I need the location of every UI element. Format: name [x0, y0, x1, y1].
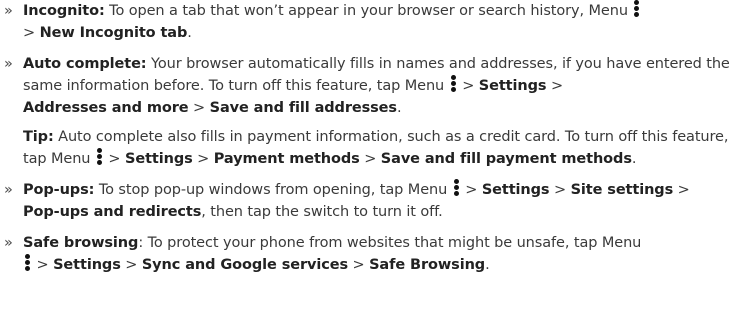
bullet-marker: »	[4, 235, 13, 251]
popups-label: Pop-ups:	[23, 182, 95, 198]
tip-paragraph: Tip: Auto complete also fills in payment…	[23, 129, 729, 167]
help-page: » Incognito: To open a tab that won’t ap…	[0, 0, 734, 322]
bullet-marker: »	[4, 182, 13, 198]
safe-item-safe-browsing: Safe Browsing	[369, 257, 486, 273]
tip-item-payment-methods: Payment methods	[213, 151, 360, 167]
tip-item-save-fill-payment: Save and fill payment methods	[380, 151, 632, 167]
tip-item-settings: Settings	[125, 151, 193, 167]
safe-item-sync: Sync and Google services	[141, 257, 348, 273]
popups-item-settings: Settings	[481, 182, 550, 198]
menu-icon	[450, 75, 457, 92]
popups-item-site-settings: Site settings	[570, 182, 674, 198]
bullet-pop-ups: » Pop-ups: To stop pop-up windows from o…	[4, 179, 730, 223]
autocomplete-label: Auto complete:	[23, 56, 147, 72]
bullet-safe-browsing: » Safe browsing: To protect your phone f…	[4, 232, 730, 276]
menu-icon	[633, 0, 640, 17]
bullet-auto-complete: » Auto complete: Your browser automatica…	[4, 53, 730, 119]
incognito-item-new-tab: New Incognito tab	[39, 25, 188, 41]
autocomplete-item-addresses: Addresses and more	[23, 100, 189, 116]
autocomplete-item-settings: Settings	[478, 78, 547, 94]
bullet-marker: »	[4, 3, 13, 19]
menu-icon	[96, 148, 103, 165]
tip-label: Tip:	[23, 129, 54, 145]
safe-label: Safe browsing	[23, 235, 139, 251]
popups-item-redirects: Pop-ups and redirects	[23, 204, 202, 220]
incognito-label: Incognito:	[23, 3, 105, 19]
menu-icon	[24, 254, 31, 271]
safe-item-settings: Settings	[53, 257, 121, 273]
autocomplete-item-save-fill: Save and fill addresses	[209, 100, 397, 116]
safe-text: : To protect your phone from websites th…	[138, 235, 642, 251]
menu-icon	[453, 179, 460, 196]
popups-text: To stop pop-up windows from opening, tap…	[94, 182, 452, 198]
incognito-text: To open a tab that won’t appear in your …	[104, 3, 633, 19]
separator: >	[23, 25, 36, 41]
bullet-marker: »	[4, 56, 13, 72]
bullet-incognito: » Incognito: To open a tab that won’t ap…	[4, 0, 730, 44]
